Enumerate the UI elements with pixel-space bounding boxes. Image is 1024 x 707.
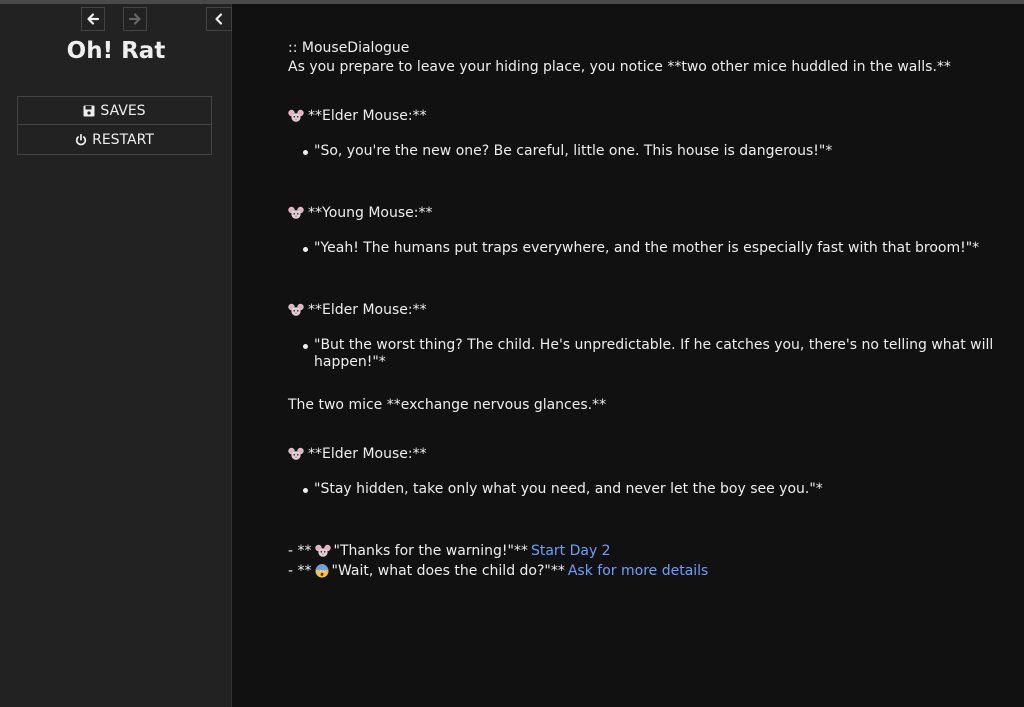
- speaker-name: **Elder Mouse:**: [308, 301, 427, 318]
- story-title: Oh! Rat: [66, 38, 166, 64]
- choice-prefix: - **: [288, 562, 312, 579]
- sidebar: Oh! Rat Saves Restart: [0, 4, 232, 707]
- saves-label: Saves: [100, 102, 146, 119]
- restart-button[interactable]: Restart: [17, 125, 212, 155]
- arrow-left-icon: [87, 13, 100, 25]
- start-day-2-link[interactable]: Start Day 2: [531, 543, 611, 560]
- speaker-elder-mouse: **Elder Mouse:**: [288, 444, 1008, 464]
- choice-text: "Wait, what does the child do?"**: [331, 562, 565, 579]
- saves-button[interactable]: Saves: [17, 96, 212, 125]
- mouse-face-icon: [288, 303, 304, 317]
- ask-more-details-link[interactable]: Ask for more details: [568, 563, 709, 580]
- mouse-face-icon: [288, 109, 304, 123]
- narration: The two mice **exchange nervous glances.…: [288, 397, 607, 413]
- scared-face-icon: [315, 564, 329, 578]
- passage-content: :: MouseDialogue As you prepare to leave…: [288, 40, 1008, 581]
- dialogue-line: "But the worst thing? The child. He's un…: [288, 337, 1008, 370]
- dialogue-line: "Stay hidden, take only what you need, a…: [288, 481, 1008, 501]
- dialogue-line: "Yeah! The humans put traps everywhere, …: [288, 240, 1008, 260]
- speaker-name: **Young Mouse:**: [308, 204, 433, 221]
- choice-ask-details: - ** "Wait, what does the child do?"** A…: [288, 561, 1008, 581]
- passage-title-line: :: MouseDialogue: [288, 40, 410, 56]
- story-menu: Saves Restart: [17, 96, 212, 155]
- sidebar-stow-button[interactable]: [206, 7, 232, 31]
- speaker-elder-mouse: **Elder Mouse:**: [288, 300, 1008, 320]
- mouse-face-icon: [288, 206, 304, 220]
- power-icon: [75, 133, 87, 145]
- speaker-elder-mouse: **Elder Mouse:**: [288, 106, 1008, 126]
- passage-intro: As you prepare to leave your hiding plac…: [288, 59, 951, 75]
- mouse-face-icon: [314, 544, 331, 558]
- floppy-disk-icon: [83, 105, 95, 116]
- chevron-left-icon: [215, 13, 223, 25]
- arrow-right-icon: [128, 13, 141, 25]
- speaker-young-mouse: **Young Mouse:**: [288, 203, 1008, 223]
- choice-start-day-2: - ** "Thanks for the warning!"** Start D…: [288, 541, 1008, 561]
- choice-prefix: - **: [288, 542, 312, 559]
- choice-text: "Thanks for the warning!"**: [333, 542, 528, 559]
- restart-label: Restart: [92, 131, 154, 148]
- history-forward-button[interactable]: [123, 7, 147, 31]
- dialogue-line: "So, you're the new one? Be careful, lit…: [288, 143, 1008, 163]
- speaker-name: **Elder Mouse:**: [308, 107, 427, 124]
- speaker-name: **Elder Mouse:**: [308, 445, 427, 462]
- mouse-face-icon: [288, 447, 304, 461]
- history-back-button[interactable]: [81, 7, 105, 31]
